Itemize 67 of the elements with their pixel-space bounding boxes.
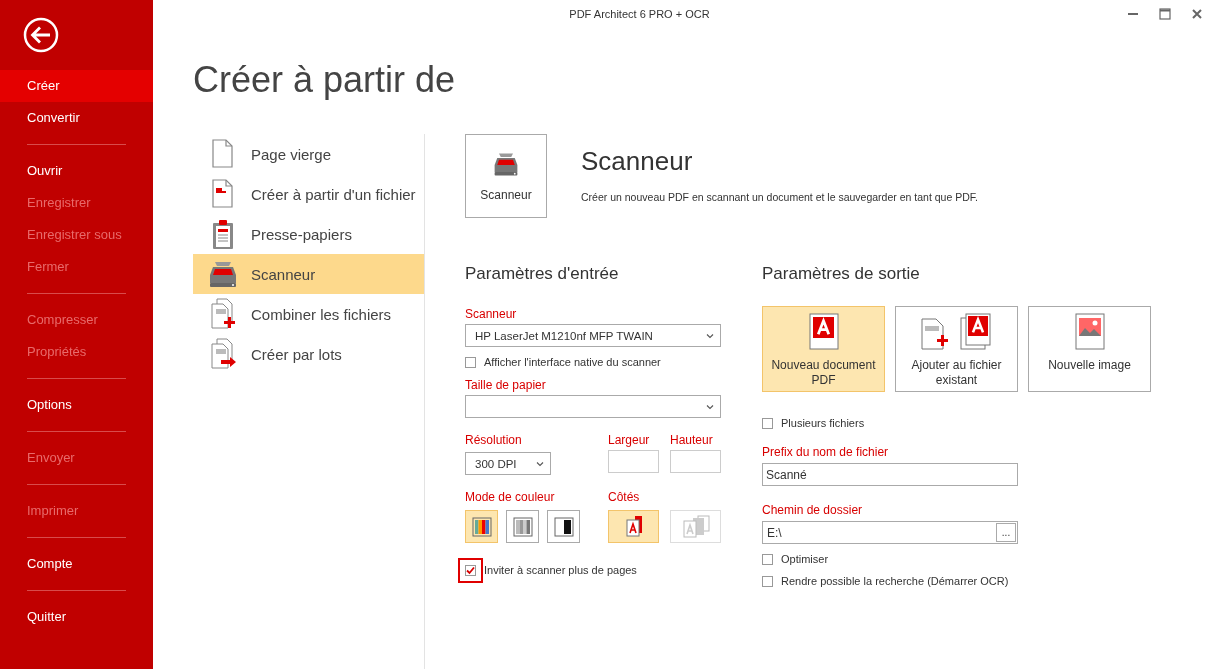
checkbox[interactable]	[762, 417, 773, 429]
create-option[interactable]: Créer par lots	[193, 334, 424, 374]
section-heading: Paramètres d'entrée	[465, 264, 620, 285]
add-to-pdf-icon	[920, 313, 993, 351]
checkbox-label: Inviter à scanner plus de pages	[484, 564, 637, 576]
sidebar-item[interactable]: Quitter	[0, 601, 153, 633]
dropdown-caret-icon	[706, 332, 714, 339]
contrast-icon	[553, 516, 574, 537]
checkbox-label: Plusieurs fichiers	[781, 417, 865, 429]
field-label: Chemin de dossier	[762, 502, 864, 518]
browse-button[interactable]: ...	[996, 523, 1016, 542]
checkbox[interactable]	[762, 575, 773, 587]
create-option[interactable]: Page vierge	[193, 134, 424, 174]
page-title: Créer à partir de	[193, 58, 457, 102]
resolution-dropdown[interactable]: 300 DPI	[465, 452, 551, 475]
color-bars-icon	[471, 516, 492, 537]
color-mode-button[interactable]	[465, 510, 498, 543]
scanner-dropdown[interactable]: HP LaserJet M1210nf MFP TWAIN	[465, 324, 721, 347]
checkbox-label: Optimiser	[781, 553, 829, 565]
pdf-document-icon	[808, 313, 839, 351]
prefix-field[interactable]: Scanné	[762, 463, 1018, 486]
create-option[interactable]: Scanneur	[193, 254, 424, 294]
image-file-icon	[1074, 313, 1105, 351]
sidebar-item[interactable]: Ouvrir	[0, 155, 153, 187]
checkbox[interactable]	[458, 557, 483, 583]
sidebar-item[interactable]: Convertir	[0, 102, 153, 134]
checkbox-label: Afficher l'interface native du scanner	[484, 356, 661, 368]
field-label: Côtés	[608, 489, 641, 505]
files-plus-icon	[209, 298, 237, 330]
paper-size-dropdown[interactable]	[465, 395, 721, 418]
field-label: Mode de couleur	[465, 489, 556, 505]
width-field[interactable]	[608, 450, 659, 473]
close-icon[interactable]	[1190, 6, 1204, 21]
field-label: Hauteur	[670, 432, 714, 448]
dropdown-caret-icon	[536, 460, 544, 467]
checkbox-label: Rendre possible la recherche (Démarrer OCR)	[781, 575, 1009, 587]
field-label: Largeur	[608, 432, 651, 448]
output-option[interactable]: Ajouter au fichier existant	[895, 306, 1018, 392]
files-arrow-icon	[209, 338, 237, 370]
create-option[interactable]: Combiner les fichiers	[193, 294, 424, 334]
dropdown-caret-icon	[706, 403, 714, 410]
sidebar-item[interactable]: Compte	[0, 548, 153, 580]
scanner-tile[interactable]: Scanneur	[465, 134, 547, 218]
section-title: Scanneur	[581, 146, 694, 177]
field-label: Prefix du nom de fichier	[762, 444, 890, 460]
field-label: Résolution	[465, 432, 523, 448]
checkmark-icon	[466, 565, 475, 575]
field-label: Taille de papier	[465, 377, 547, 393]
folder-path-field[interactable]: E:\ ...	[762, 521, 1018, 544]
section-heading: Paramètres de sortie	[762, 264, 921, 285]
checkbox[interactable]	[465, 356, 476, 368]
grayscale-bars-icon	[512, 516, 533, 537]
color-mode-button[interactable]	[547, 510, 580, 543]
sides-button[interactable]	[608, 510, 659, 543]
window-title: PDF Architect 6 PRO + OCR	[569, 7, 710, 20]
field-label: Scanneur	[465, 306, 518, 322]
output-option[interactable]: Nouveau document PDF	[762, 306, 885, 392]
create-option[interactable]: Presse-papiers	[193, 214, 424, 254]
output-option[interactable]: Nouvelle image	[1028, 306, 1151, 392]
sidebar-item[interactable]: Créer	[0, 70, 153, 102]
checkbox[interactable]	[762, 553, 773, 565]
color-mode-button[interactable]	[506, 510, 539, 543]
section-description: Créer un nouveau PDF en scannant un document et le sauvegarder en tant que PDF.	[581, 191, 978, 203]
height-field[interactable]	[670, 450, 721, 473]
sidebar-item[interactable]: Options	[0, 389, 153, 421]
create-option[interactable]: Créer à partir d'un fichier	[193, 174, 424, 214]
maximize-icon[interactable]	[1158, 6, 1172, 21]
